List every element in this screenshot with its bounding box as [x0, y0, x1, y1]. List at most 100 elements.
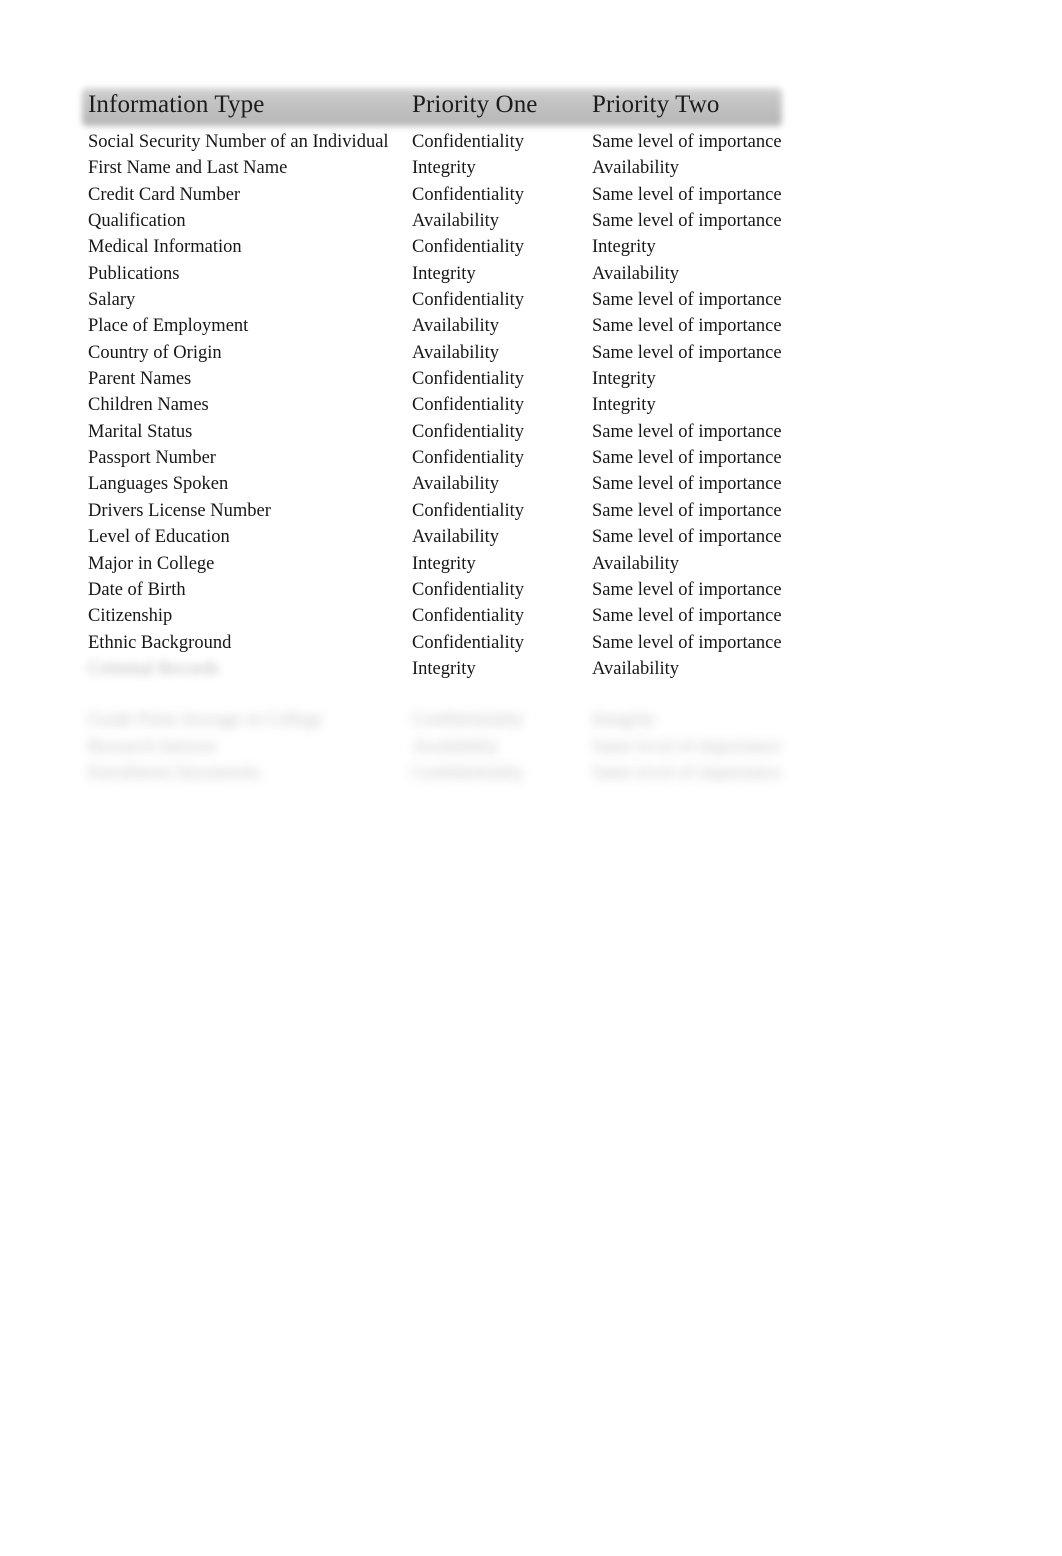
cell-priority_one: Availability — [412, 211, 499, 232]
cell-priority_one: Confidentiality — [412, 369, 525, 390]
table-row[interactable]: Children Names Confidentiality Integrity — [88, 392, 808, 418]
table-row[interactable]: Social Security Number of an Individual C… — [88, 129, 808, 155]
cell-priority_two: Availability — [592, 658, 679, 679]
cell-priority_two: Same level of importance — [592, 211, 782, 232]
cell-priority_two: Same level of importance — [592, 184, 782, 205]
column-header-priority-two[interactable]: Priority Two — [592, 88, 808, 122]
cell-priority_one: Confidentiality — [412, 290, 525, 311]
table-row[interactable]: Grade Point Average in College Confidenti… — [88, 707, 808, 733]
table-row[interactable]: Publications Integrity Availability — [88, 261, 808, 287]
table-row[interactable]: Country of Origin Availability Same level … — [88, 340, 808, 366]
cell-priority_one: Availability — [412, 736, 499, 757]
cell-information_type: Place of Employment — [88, 316, 249, 337]
cell-priority_one: Confidentiality — [412, 632, 525, 653]
table-row[interactable]: Ethnic Background Confidentiality Same lev… — [88, 630, 808, 656]
cell-priority_two: Integrity — [592, 369, 656, 390]
cell-information_type: Major in College — [88, 553, 215, 574]
cell-priority_two: Same level of importance — [592, 632, 782, 653]
priority-table: Information Type Priority One Priority T… — [82, 88, 808, 786]
table-row[interactable]: Research Interest Availability Same level … — [88, 734, 808, 760]
cell-priority_one: Confidentiality — [412, 762, 525, 783]
cell-information_type: Drivers License Number — [88, 500, 271, 521]
cell-priority_two: Integrity — [592, 395, 656, 416]
cell-priority_two: Same level of importance — [592, 316, 782, 337]
cell-information_type: Enrollment Documents — [88, 762, 261, 783]
column-header-information-type[interactable]: Information Type — [88, 88, 412, 122]
cell-priority_one: Availability — [412, 316, 499, 337]
cell-priority_one: Confidentiality — [412, 710, 525, 731]
table-row[interactable]: Credit Card Number Confidentiality Same le… — [88, 182, 808, 208]
column-header-priority-one[interactable]: Priority One — [412, 88, 592, 122]
cell-information_type: Publications — [88, 263, 180, 284]
cell-information_type: Country of Origin — [88, 342, 222, 363]
cell-priority_two: Same level of importance — [592, 500, 782, 521]
cell-priority_two: Availability — [592, 158, 679, 179]
cell-priority_two: Availability — [592, 553, 679, 574]
cell-priority_one: Confidentiality — [412, 579, 525, 600]
cell-information_type: Social Security Number of an Individual — [88, 132, 389, 152]
table-header-row: Information Type Priority One Priority T… — [88, 88, 808, 126]
table-header: Information Type Priority One Priority T… — [82, 88, 808, 128]
cell-priority_two: Same level of importance — [592, 474, 782, 495]
table-row[interactable]: First Name and Last Name Integrity Availab… — [88, 155, 808, 181]
cell-priority_two: Same level of importance — [592, 527, 782, 548]
table-body-redacted: Grade Point Average in College Confidenti… — [88, 707, 808, 786]
cell-priority_one: Integrity — [412, 158, 476, 179]
cell-information_type: Criminal Records — [88, 658, 220, 679]
cell-information_type: Grade Point Average in College — [88, 710, 323, 731]
table-row[interactable]: Criminal Records Integrity Availability — [88, 656, 808, 682]
cell-priority_two: Same level of importance — [592, 421, 782, 442]
cell-information_type: Marital Status — [88, 421, 193, 442]
cell-information_type: Citizenship — [88, 606, 173, 627]
cell-information_type: Languages Spoken — [88, 474, 229, 495]
table-row[interactable]: Salary Confidentiality Same level of impor… — [88, 287, 808, 313]
cell-priority_one: Confidentiality — [412, 132, 525, 152]
cell-priority_two: Same level of importance — [592, 290, 782, 311]
cell-priority_one: Confidentiality — [412, 448, 525, 469]
table-row[interactable]: Date of Birth Confidentiality Same level o… — [88, 577, 808, 603]
table-row[interactable]: Medical Information Confidentiality Integr… — [88, 234, 808, 260]
table-row[interactable]: Place of Employment Availability Same leve… — [88, 313, 808, 339]
cell-information_type: Level of Education — [88, 527, 230, 548]
cell-priority_one: Integrity — [412, 658, 476, 679]
cell-information_type: Medical Information — [88, 237, 242, 258]
table-row[interactable]: Parent Names Confidentiality Integrity — [88, 366, 808, 392]
cell-information_type: Salary — [88, 290, 136, 311]
table-row[interactable]: Drivers License Number Confidentiality Sam… — [88, 498, 808, 524]
cell-information_type: Qualification — [88, 211, 186, 232]
cell-priority_one: Confidentiality — [412, 500, 525, 521]
cell-information_type: Credit Card Number — [88, 184, 241, 205]
table-block-separator — [88, 682, 808, 706]
cell-information_type: Parent Names — [88, 369, 192, 390]
table-body: Social Security Number of an Individual C… — [88, 129, 808, 682]
cell-information_type: Children Names — [88, 395, 209, 416]
cell-priority_two: Same level of importance — [592, 579, 782, 600]
cell-priority_two: Same level of importance — [592, 736, 782, 757]
table-row[interactable]: Citizenship Confidentiality Same level of … — [88, 603, 808, 629]
cell-information_type: Passport Number — [88, 448, 216, 469]
cell-priority_one: Confidentiality — [412, 395, 525, 416]
cell-priority_one: Availability — [412, 474, 499, 495]
table-row[interactable]: Major in College Integrity Availability — [88, 551, 808, 577]
cell-priority_one: Confidentiality — [412, 421, 525, 442]
cell-priority_two: Integrity — [592, 710, 656, 731]
table-row[interactable]: Passport Number Confidentiality Same level… — [88, 445, 808, 471]
cell-priority_two: Same level of importance — [592, 342, 782, 363]
cell-priority_one: Availability — [412, 527, 499, 548]
cell-priority_two: Availability — [592, 263, 679, 284]
cell-priority_one: Confidentiality — [412, 184, 525, 205]
cell-priority_one: Confidentiality — [412, 606, 525, 627]
table-row[interactable]: Level of Education Availability Same level… — [88, 524, 808, 550]
cell-information_type: Date of Birth — [88, 579, 186, 600]
cell-priority_two: Same level of importance — [592, 606, 782, 627]
table-row[interactable]: Marital Status Confidentiality Same level … — [88, 419, 808, 445]
table-row[interactable]: Enrollment Documents Confidentiality Same … — [88, 760, 808, 786]
table-row[interactable]: Qualification Availability Same level of i… — [88, 208, 808, 234]
cell-priority_one: Availability — [412, 342, 499, 363]
cell-priority_one: Integrity — [412, 553, 476, 574]
document-page: Information Type Priority One Priority T… — [0, 0, 1062, 1556]
cell-priority_two: Same level of importance — [592, 132, 782, 152]
cell-priority_one: Confidentiality — [412, 237, 525, 258]
table-row[interactable]: Languages Spoken Availability Same level o… — [88, 471, 808, 497]
cell-information_type: Ethnic Background — [88, 632, 232, 653]
